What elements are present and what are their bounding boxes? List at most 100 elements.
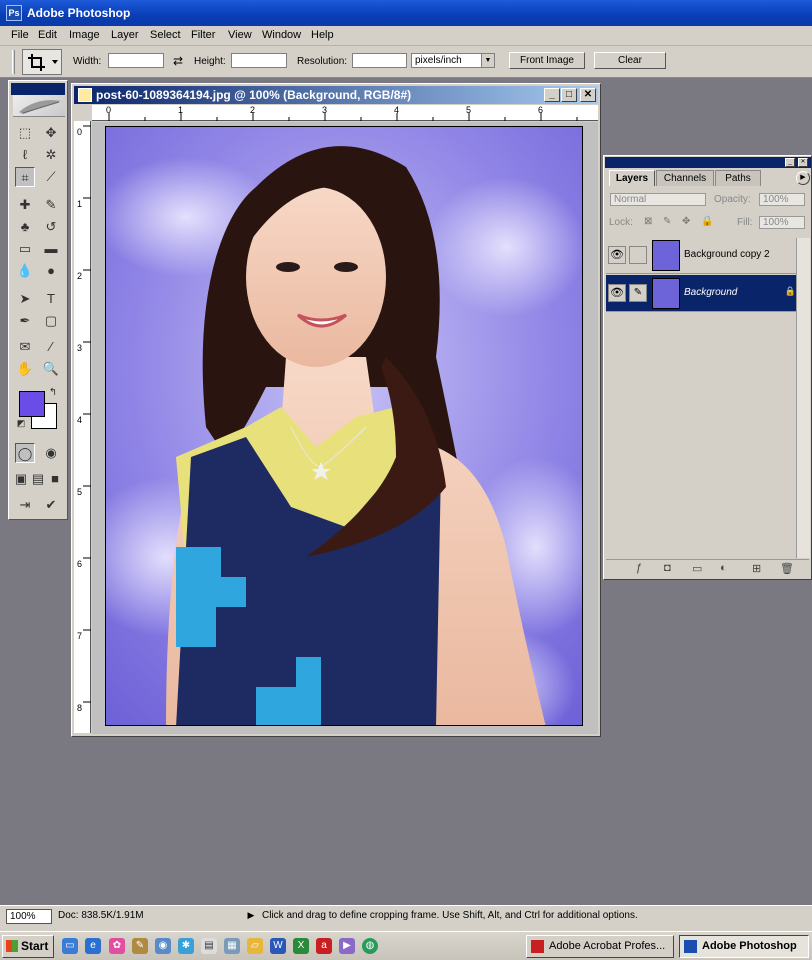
menu-file[interactable]: File — [11, 29, 29, 41]
resolution-field[interactable] — [352, 53, 407, 68]
imageready-icon[interactable]: ✔ — [41, 495, 61, 515]
standard-screen-icon[interactable]: ▣ — [13, 469, 29, 489]
standard-mode-icon[interactable]: ◯ — [15, 443, 35, 463]
swap-dimensions-icon[interactable]: ⇄ — [173, 54, 183, 68]
gear-icon[interactable]: ✱ — [178, 938, 194, 954]
globe-icon[interactable]: ◍ — [362, 938, 378, 954]
swap-colors-icon[interactable]: ↰ — [43, 383, 63, 403]
palette-close-button[interactable]: ✕ — [798, 158, 808, 167]
layer-style-icon[interactable]: ƒ — [636, 562, 642, 574]
full-screen-icon[interactable]: ■ — [47, 469, 63, 489]
layers-palette-header[interactable]: _ ✕ — [605, 157, 811, 168]
folder-icon[interactable]: ▱ — [247, 938, 263, 954]
notepad-icon[interactable]: ▤ — [201, 938, 217, 954]
gradient-tool-icon[interactable]: ▬ — [41, 239, 61, 259]
internet-explorer-icon[interactable]: e — [85, 938, 101, 954]
hand-tool-icon[interactable]: ✋ — [15, 359, 35, 379]
adobe-online-icon[interactable] — [13, 95, 65, 117]
task-photoshop[interactable]: Adobe Photoshop — [679, 935, 809, 958]
lock-transparency-icon[interactable]: ⊠ — [644, 216, 652, 227]
status-menu-icon[interactable]: ▶ — [244, 908, 258, 923]
vertical-ruler[interactable]: 0 1 2 3 4 5 6 7 8 — [74, 121, 91, 733]
full-screen-menu-icon[interactable]: ▤ — [30, 469, 46, 489]
menu-filter[interactable]: Filter — [191, 29, 215, 41]
media-icon[interactable]: ◉ — [155, 938, 171, 954]
zoom-tool-icon[interactable]: 🔍 — [41, 359, 61, 379]
slice-tool-icon[interactable]: ⟋ — [41, 167, 61, 187]
zoom-field[interactable]: 100% — [6, 909, 52, 924]
lock-image-icon[interactable]: ✎ — [663, 216, 671, 227]
minimize-button[interactable]: _ — [544, 88, 560, 102]
lasso-tool-icon[interactable]: ℓ — [15, 145, 35, 165]
type-tool-icon[interactable]: T — [41, 289, 61, 309]
foreground-color-swatch[interactable] — [19, 391, 45, 417]
tool-preset-picker[interactable] — [22, 49, 62, 75]
acrobat-icon[interactable]: a — [316, 938, 332, 954]
blur-tool-icon[interactable]: 💧 — [15, 261, 35, 281]
tab-channels[interactable]: Channels — [656, 170, 714, 186]
layers-scrollbar[interactable] — [796, 238, 810, 558]
palette-minimize-button[interactable]: _ — [785, 158, 795, 167]
menu-layer[interactable]: Layer — [111, 29, 139, 41]
options-bar-grip[interactable] — [12, 50, 15, 74]
clone-stamp-icon[interactable]: ♣ — [15, 217, 35, 237]
close-button[interactable]: ✕ — [580, 88, 596, 102]
lock-all-icon[interactable]: 🔒 — [701, 216, 713, 227]
magic-wand-icon[interactable]: ✲ — [41, 145, 61, 165]
excel-icon[interactable]: X — [293, 938, 309, 954]
tab-paths[interactable]: Paths — [715, 170, 761, 186]
layer-row[interactable]: 👁 Background copy 2 — [606, 237, 799, 274]
healing-brush-icon[interactable]: ✚ — [15, 195, 35, 215]
palette-menu-icon[interactable]: ▶ — [796, 171, 810, 185]
paint-icon[interactable]: ✎ — [132, 938, 148, 954]
lock-position-icon[interactable]: ✥ — [682, 216, 690, 227]
menu-select[interactable]: Select — [150, 29, 181, 41]
media-player-icon[interactable]: ▶ — [339, 938, 355, 954]
trash-icon[interactable]: 🗑 — [780, 562, 794, 575]
toolbox-header[interactable] — [11, 83, 65, 95]
canvas-area[interactable] — [92, 122, 598, 734]
link-slot[interactable] — [629, 246, 647, 264]
start-button[interactable]: Start — [2, 935, 54, 958]
eraser-tool-icon[interactable]: ▭ — [15, 239, 35, 259]
clear-button[interactable]: Clear — [594, 52, 666, 69]
opacity-field[interactable]: 100% — [759, 193, 805, 206]
new-layer-icon[interactable]: ⊞ — [752, 562, 761, 575]
doc-size[interactable]: Doc: 838.5K/1.91M — [58, 910, 144, 921]
task-acrobat[interactable]: Adobe Acrobat Profes... — [526, 935, 674, 958]
menu-help[interactable]: Help — [311, 29, 334, 41]
menu-view[interactable]: View — [228, 29, 252, 41]
menu-image[interactable]: Image — [69, 29, 100, 41]
horizontal-ruler[interactable]: 0 1 2 3 4 5 6 — [92, 105, 598, 121]
move-tool-icon[interactable]: ✥ — [41, 123, 61, 143]
jump-to-imageready-icon[interactable]: ⇥ — [15, 495, 35, 515]
blend-mode-select[interactable]: Normal — [610, 193, 706, 206]
tab-layers[interactable]: Layers — [609, 170, 655, 186]
layer-mask-icon[interactable]: ◘ — [664, 562, 671, 574]
calculator-icon[interactable]: ▦ — [224, 938, 240, 954]
new-group-icon[interactable]: ▭ — [692, 562, 702, 575]
flower-app-icon[interactable]: ✿ — [109, 938, 125, 954]
document-image[interactable] — [105, 126, 583, 726]
word-icon[interactable]: W — [270, 938, 286, 954]
notes-tool-icon[interactable]: ✉ — [15, 337, 35, 357]
eye-icon[interactable]: 👁 — [608, 246, 626, 264]
eyedropper-tool-icon[interactable]: ⁄ — [41, 337, 61, 357]
width-field[interactable] — [108, 53, 164, 68]
crop-tool-icon[interactable]: ⌗ — [15, 167, 35, 187]
history-brush-icon[interactable]: ↺ — [41, 217, 61, 237]
eye-icon[interactable]: 👁 — [608, 284, 626, 302]
brush-tool-icon[interactable]: ✎ — [41, 195, 61, 215]
desktop-icon[interactable]: ▭ — [62, 938, 78, 954]
marquee-tool-icon[interactable]: ⬚ — [15, 123, 35, 143]
layer-row[interactable]: 👁 ✎ Background 🔒 — [606, 275, 799, 312]
menu-edit[interactable]: Edit — [38, 29, 57, 41]
menu-window[interactable]: Window — [262, 29, 301, 41]
pen-tool-icon[interactable]: ✒ — [15, 311, 35, 331]
maximize-button[interactable]: □ — [561, 88, 577, 102]
path-selection-icon[interactable]: ➤ — [15, 289, 35, 309]
adjustment-layer-icon[interactable]: ◐ — [720, 562, 727, 574]
fill-field[interactable]: 100% — [759, 216, 805, 229]
dodge-tool-icon[interactable]: ● — [41, 261, 61, 281]
quick-mask-icon[interactable]: ◉ — [41, 443, 61, 463]
